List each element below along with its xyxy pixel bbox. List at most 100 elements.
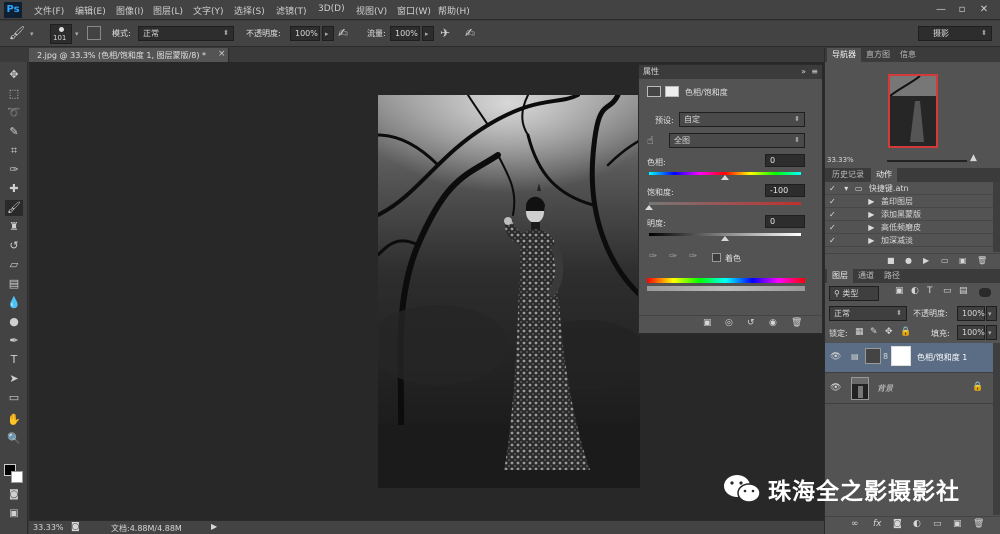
new-action-icon[interactable]: ▣ [959, 256, 967, 265]
gradient-tool-icon[interactable]: ▤ [5, 276, 23, 292]
quick-mask-icon[interactable]: ◙ [5, 487, 23, 503]
actions-scrollbar[interactable] [993, 182, 1000, 252]
flow-dropdown[interactable]: ▸ [422, 26, 434, 41]
layer-opacity-dropdown[interactable]: ▾ [986, 306, 997, 321]
trash-icon[interactable]: 🗑 [977, 256, 987, 265]
layer-opacity-input[interactable]: 100% [957, 306, 985, 321]
eyedropper-plus-icon[interactable]: ✑ [669, 251, 677, 262]
fill-dropdown[interactable]: ▾ [986, 325, 997, 340]
menu-type[interactable]: 文字(Y) [193, 4, 224, 17]
airbrush-icon[interactable]: ✈ [440, 26, 450, 40]
filter-smart-object-icon[interactable]: ▤ [959, 286, 968, 296]
zoom-level[interactable]: 33.33% [33, 523, 64, 532]
layer-name[interactable]: 色相/饱和度 1 [917, 352, 967, 363]
fx-icon[interactable]: fx [873, 519, 882, 529]
link-layers-icon[interactable]: ∞ [851, 519, 859, 529]
navigator-thumbnail[interactable] [888, 74, 938, 148]
add-mask-icon[interactable]: ◙ [893, 519, 902, 529]
minimize-button[interactable]: — [934, 3, 948, 16]
saturation-input[interactable]: -100 [765, 184, 805, 197]
layer-mask-icon[interactable] [665, 86, 679, 97]
channel-select[interactable]: 全图 ⬍ [669, 133, 805, 148]
move-tool-icon[interactable]: ✥ [5, 67, 23, 83]
path-select-tool-icon[interactable]: ➤ [5, 371, 23, 387]
tab-paths[interactable]: 路径 [879, 269, 905, 283]
mode-select[interactable]: 正常 ⬍ [138, 26, 234, 41]
action-item[interactable]: ✓ ▶ 添加黑蒙版 [825, 208, 993, 221]
screen-mode-icon[interactable]: ▣ [5, 506, 23, 522]
menu-window[interactable]: 窗口(W) [397, 4, 431, 17]
new-set-icon[interactable]: ▭ [941, 256, 949, 265]
delete-adjustment-icon[interactable]: 🗑 [791, 318, 802, 328]
marquee-tool-icon[interactable]: ⬚ [5, 86, 23, 102]
action-item[interactable]: ✓ ▶ 盖印图层 [825, 195, 993, 208]
blur-tool-icon[interactable]: 💧 [5, 295, 23, 311]
preset-select[interactable]: 自定 ⬍ [679, 112, 805, 127]
filter-adjustment-icon[interactable]: ◐ [911, 286, 919, 296]
link-icon[interactable]: 8 [883, 352, 888, 361]
brush-tool-icon[interactable]: 🖌 [8, 26, 26, 41]
workspace-select[interactable]: 摄影 ⬍ [918, 26, 992, 41]
play-icon[interactable]: ▶ [923, 256, 929, 265]
brush-panel-toggle-icon[interactable] [87, 26, 101, 40]
menu-file[interactable]: 文件(F) [34, 4, 64, 17]
delete-layer-icon[interactable]: 🗑 [973, 519, 984, 529]
brush-tool-icon[interactable]: 🖌 [5, 200, 23, 216]
status-options-icon[interactable]: ◙ [71, 522, 80, 532]
navigator-zoom-value[interactable]: 33.33% [827, 156, 854, 164]
zoom-in-icon[interactable]: ▲ [970, 153, 977, 163]
new-adjustment-icon[interactable]: ◐ [913, 519, 921, 529]
dodge-tool-icon[interactable]: ● [5, 314, 23, 330]
close-tab-icon[interactable]: × [218, 49, 226, 59]
background-color-swatch[interactable] [11, 471, 23, 483]
menu-image[interactable]: 图像(I) [116, 4, 144, 17]
pressure-size-icon[interactable]: ✍ [465, 26, 475, 40]
document-image[interactable] [378, 95, 640, 488]
lock-position-icon[interactable]: ✥ [885, 327, 893, 337]
eraser-tool-icon[interactable]: ▱ [5, 257, 23, 273]
eye-icon[interactable]: 👁 [830, 352, 841, 362]
reset-icon[interactable]: ↺ [747, 318, 755, 328]
eyedropper-icon[interactable]: ✑ [649, 251, 657, 262]
tab-histogram[interactable]: 直方图 [861, 48, 895, 62]
menu-select[interactable]: 选择(S) [234, 4, 265, 17]
tab-actions[interactable]: 动作 [871, 168, 897, 182]
opacity-input[interactable]: 100% [290, 26, 320, 41]
fill-input[interactable]: 100% [957, 325, 985, 340]
action-set-row[interactable]: ✓ ▾ ▭ 快捷键.atn [825, 182, 993, 195]
view-previous-icon[interactable]: ◎ [725, 318, 733, 328]
quick-select-tool-icon[interactable]: ✎ [5, 124, 23, 140]
history-brush-tool-icon[interactable]: ↺ [5, 238, 23, 254]
navigator-zoom-slider[interactable] [887, 160, 967, 162]
menu-3d[interactable]: 3D(D) [318, 4, 345, 14]
filter-shape-icon[interactable]: ▭ [943, 286, 952, 296]
lock-all-icon[interactable]: 🔒 [900, 327, 911, 337]
lasso-tool-icon[interactable]: ➰ [5, 105, 23, 121]
pen-tool-icon[interactable]: ✒ [5, 333, 23, 349]
saturation-slider-track[interactable] [649, 202, 801, 205]
tab-history[interactable]: 历史记录 [827, 168, 869, 182]
flow-input[interactable]: 100% [390, 26, 420, 41]
tab-channels[interactable]: 通道 [853, 269, 879, 283]
menu-help[interactable]: 帮助(H) [438, 4, 470, 17]
targeted-adjustment-hand-icon[interactable]: ☝ [647, 134, 654, 147]
lightness-input[interactable]: 0 [765, 215, 805, 228]
panel-menu-icon[interactable]: ≡ [811, 65, 818, 79]
filter-toggle[interactable] [979, 288, 991, 297]
type-tool-icon[interactable]: T [5, 352, 23, 368]
menu-view[interactable]: 视图(V) [356, 4, 387, 17]
record-icon[interactable]: ● [905, 256, 912, 265]
brush-picker-caret-icon[interactable]: ▾ [75, 30, 79, 38]
crop-tool-icon[interactable]: ⌗ [5, 143, 23, 159]
layer-row[interactable]: 👁 背景 🔒 [825, 374, 993, 404]
menu-filter[interactable]: 滤镜(T) [276, 4, 307, 17]
action-item[interactable]: ✓ ▶ 高低频磨皮 [825, 221, 993, 234]
stop-icon[interactable]: ■ [887, 256, 895, 265]
collapse-icon[interactable]: » [801, 65, 806, 79]
tab-layers[interactable]: 图层 [827, 269, 853, 283]
saturation-slider-thumb[interactable] [645, 205, 653, 210]
rectangle-tool-icon[interactable]: ▭ [5, 390, 23, 406]
layer-row[interactable]: 👁 ▤ 8 色相/饱和度 1 [825, 343, 993, 373]
hue-slider-thumb[interactable] [721, 175, 729, 180]
healing-brush-tool-icon[interactable]: ✚ [5, 181, 23, 197]
